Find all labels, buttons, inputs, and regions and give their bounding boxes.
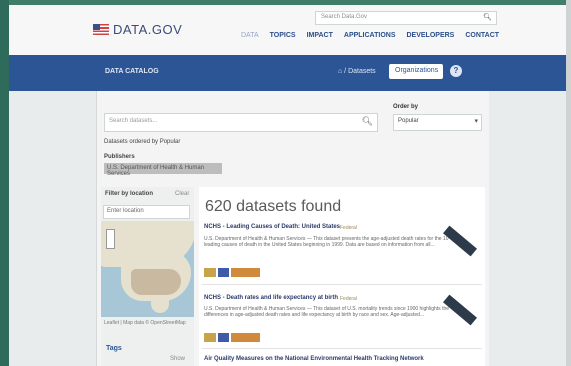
tags-heading[interactable]: Tags <box>106 345 122 352</box>
map-landmass <box>151 297 169 313</box>
map-region <box>131 269 181 295</box>
site-search-placeholder: Search Data.Gov <box>321 14 368 20</box>
site-logo[interactable]: DATA.GOV <box>93 22 182 37</box>
filter-chip-label: U.S. Department of Health & Human Servic… <box>107 165 205 177</box>
search-icon[interactable]: 🔍︎ <box>362 116 373 127</box>
datasets-label: Datasets <box>348 68 376 75</box>
results-count: 620 datasets found <box>205 198 342 215</box>
format-badge[interactable] <box>231 268 260 277</box>
nav-applications[interactable]: APPLICATIONS <box>344 32 396 39</box>
location-input[interactable]: Enter location <box>103 205 190 219</box>
dataset-description: U.S. Department of Health & Human Servic… <box>204 236 449 248</box>
nav-contact[interactable]: CONTACT <box>465 32 499 39</box>
map-zoom-control[interactable] <box>106 229 115 249</box>
dataset-meta: Federal <box>340 225 357 231</box>
dataset-title-link[interactable]: NCHS - Death rates and life expectancy a… <box>204 295 338 301</box>
filters-summary: Datasets ordered by Popular <box>104 139 181 145</box>
nav-impact[interactable]: IMPACT <box>307 32 333 39</box>
result-divider <box>202 284 482 285</box>
organizations-button[interactable]: Organizations <box>389 64 443 79</box>
location-clear-link[interactable]: Clear <box>175 191 189 197</box>
nav-data[interactable]: DATA <box>241 32 259 39</box>
help-icon[interactable]: ? <box>450 65 462 77</box>
nav-developers[interactable]: DEVELOPERS <box>407 32 455 39</box>
order-by-value: Popular <box>398 118 419 124</box>
scrollbar[interactable] <box>566 0 571 366</box>
flag-icon <box>93 24 109 35</box>
catalog-title[interactable]: DATA CATALOG <box>105 68 159 75</box>
logo-text: DATA.GOV <box>113 22 183 37</box>
search-icon[interactable]: 🔍︎ <box>483 13 492 21</box>
format-badge[interactable] <box>218 333 229 342</box>
dataset-search-placeholder: Search datasets... <box>109 118 158 124</box>
dataset-meta: Federal <box>340 296 357 302</box>
location-placeholder: Enter location <box>107 208 144 214</box>
order-by-select[interactable]: Popular ▾ <box>393 114 482 131</box>
dataset-title-link[interactable]: NCHS - Leading Causes of Death: United S… <box>204 224 340 230</box>
result-divider <box>202 348 482 349</box>
order-by-label: Order by <box>393 104 419 110</box>
format-badge[interactable] <box>204 333 216 342</box>
dataset-description: U.S. Department of Health & Human Servic… <box>204 306 450 318</box>
location-filter-heading: Filter by location <box>105 191 154 197</box>
organizations-label: Organizations <box>395 67 439 74</box>
format-badge[interactable] <box>231 333 260 342</box>
map-attribution: Leaflet | Map data © OpenStreetMap <box>104 320 186 326</box>
tags-show-link[interactable]: Show <box>170 356 185 362</box>
catalog-bar: DATA CATALOG ⌂ / Datasets Organizations … <box>9 55 566 91</box>
filter-heading: Publishers <box>104 154 135 160</box>
window-left-edge <box>0 0 9 366</box>
filter-chip[interactable]: U.S. Department of Health & Human Servic… <box>104 163 222 177</box>
nav-topics[interactable]: TOPICS <box>270 32 296 39</box>
site-search-input[interactable]: Search Data.Gov 🔍︎ <box>315 11 497 25</box>
format-badge[interactable] <box>204 268 216 277</box>
dataset-title-link[interactable]: Air Quality Measures on the National Env… <box>204 356 424 362</box>
format-badge[interactable] <box>218 268 229 277</box>
main-nav: DATA TOPICS IMPACT APPLICATIONS DEVELOPE… <box>241 32 499 39</box>
dataset-search-input[interactable]: Search datasets... 🔍︎ <box>104 113 378 132</box>
chevron-down-icon: ▾ <box>474 118 478 125</box>
datasets-link[interactable]: ⌂ / Datasets <box>338 68 376 75</box>
